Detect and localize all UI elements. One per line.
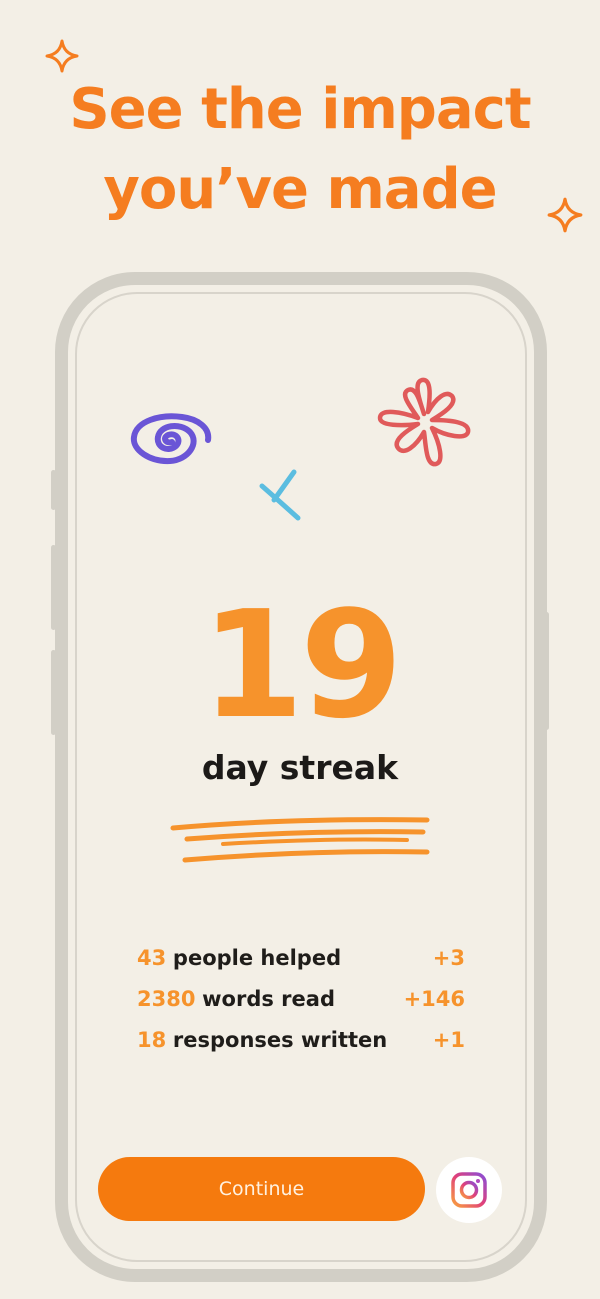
stat-delta: +146 xyxy=(403,986,465,1011)
cross-doodle-icon xyxy=(259,469,301,521)
continue-button[interactable]: Continue xyxy=(98,1157,425,1221)
flower-doodle-icon xyxy=(377,377,471,467)
stat-value: 43 xyxy=(137,945,167,970)
stat-label: words read xyxy=(202,986,335,1011)
stat-description: 18 responses written xyxy=(137,1028,387,1052)
headline-line-2: you’ve made xyxy=(103,157,497,222)
instagram-icon xyxy=(451,1172,487,1208)
stat-delta: +3 xyxy=(432,945,465,970)
stat-value: 18 xyxy=(137,1027,167,1052)
phone-side-button xyxy=(51,650,56,735)
stat-value: 2380 xyxy=(137,986,196,1011)
stat-row-words-read: 2380 words read +146 xyxy=(137,978,465,1019)
streak-count: 19 xyxy=(201,579,403,751)
instagram-share-button[interactable] xyxy=(436,1157,502,1223)
phone-side-button xyxy=(544,612,549,730)
phone-side-button xyxy=(51,470,56,510)
scribble-underline xyxy=(170,817,430,863)
stat-description: 43 people helped xyxy=(137,946,341,970)
stat-label: people helped xyxy=(172,945,342,970)
stat-label: responses written xyxy=(172,1027,388,1052)
phone-side-button xyxy=(51,545,56,630)
sparkle-icon xyxy=(45,39,79,73)
stat-row-people-helped: 43 people helped +3 xyxy=(137,937,465,978)
stat-row-responses-written: 18 responses written +1 xyxy=(137,1019,465,1060)
stat-description: 2380 words read xyxy=(137,987,335,1011)
headline-line-1: See the impact xyxy=(69,77,531,142)
stat-delta: +1 xyxy=(432,1027,465,1052)
streak-label: day streak xyxy=(201,748,399,787)
headline: See the impact you’ve made xyxy=(0,70,600,230)
stats-list: 43 people helped +3 2380 words read +146… xyxy=(137,937,465,1060)
sparkle-icon xyxy=(547,197,583,233)
swirl-doodle-icon xyxy=(130,413,212,465)
